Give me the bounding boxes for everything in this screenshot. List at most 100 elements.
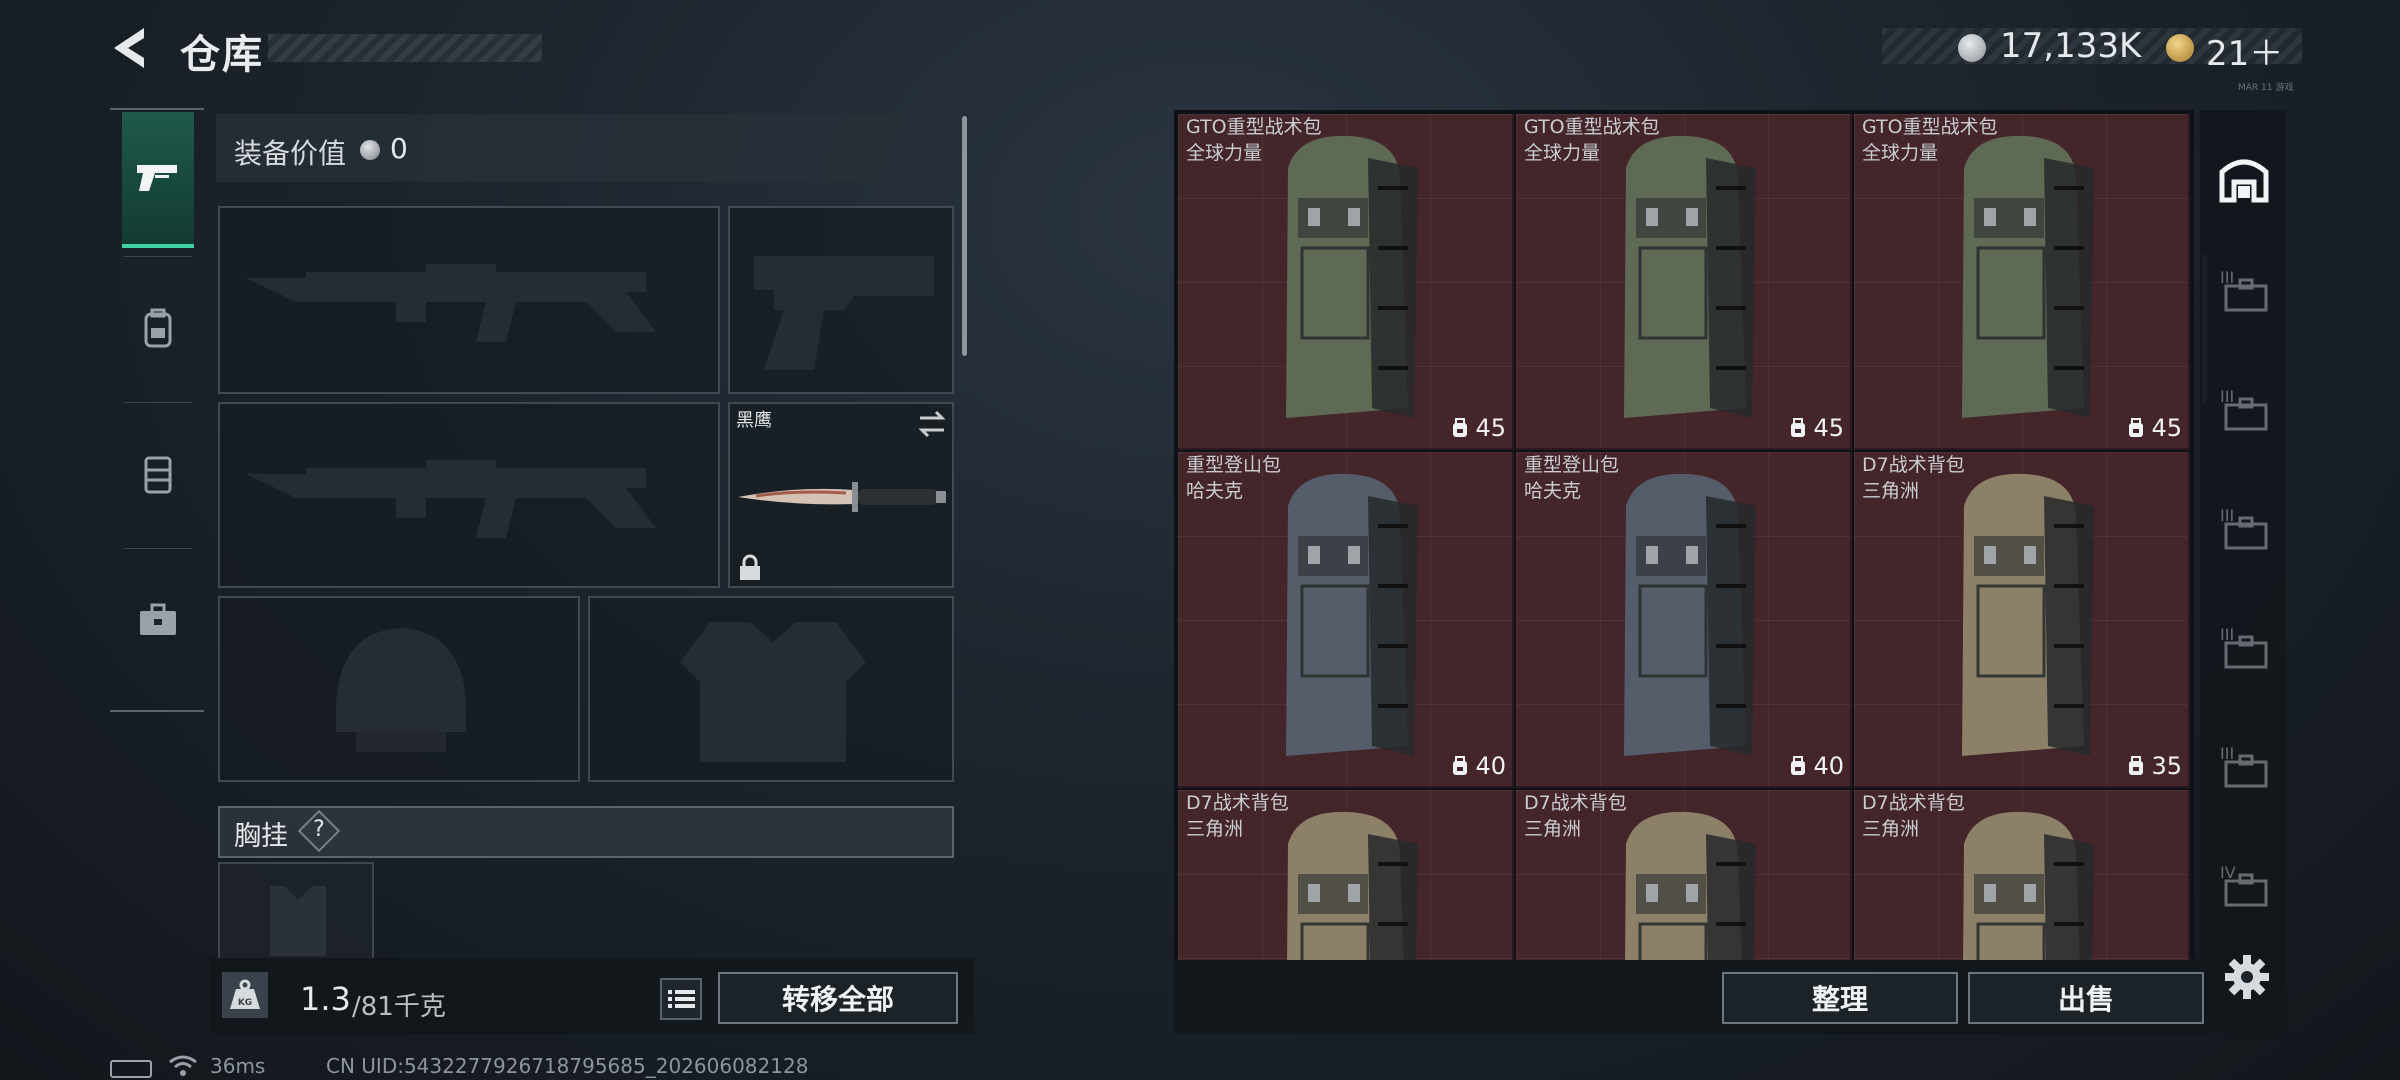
transfer-all-button[interactable]: 转移全部 [718, 972, 958, 1024]
warehouse-home-icon [2219, 159, 2269, 203]
knife-icon [738, 482, 946, 512]
tier-label: IV [2220, 863, 2236, 882]
warehouse-item[interactable]: GTO重型战术包 全球力量 45 [1516, 114, 1852, 450]
swap-icon[interactable] [916, 410, 948, 438]
item-capacity: 45 [1451, 414, 1506, 442]
sidebar-tier-tab[interactable]: III [2214, 619, 2274, 679]
chest-rig-label: 胸挂 [234, 821, 288, 852]
category-tabs [110, 108, 204, 712]
equipment-scrollbar[interactable] [962, 116, 967, 356]
list-view-button[interactable] [660, 978, 702, 1020]
warehouse-item[interactable]: 重型登山包 哈夫克 40 [1516, 452, 1852, 788]
sidebar-tier-tab[interactable]: III [2214, 381, 2274, 441]
backpack-capacity-icon [1791, 756, 1806, 775]
item-brand: 三角洲 [1862, 480, 1920, 502]
warehouse-item[interactable]: D7战术背包 三角洲 35 [1854, 452, 2190, 788]
rifle-silhouette-icon [246, 264, 656, 342]
tier-label: III [2220, 506, 2235, 525]
item-brand: 三角洲 [1862, 818, 1920, 840]
backpack-capacity-icon [1453, 756, 1468, 775]
tab-toolbox[interactable] [122, 552, 194, 688]
gear-icon [2225, 955, 2269, 999]
capacity-value: 40 [1475, 752, 1506, 780]
item-name: GTO重型战术包 [1524, 116, 1660, 138]
list-icon [668, 990, 695, 1008]
backpack-capacity-icon [1791, 418, 1806, 437]
back-button[interactable] [108, 24, 154, 72]
warehouse-item[interactable]: 重型登山包哈夫克 40 [1178, 452, 1514, 788]
item-name: 重型登山包 [1186, 454, 1282, 476]
sidebar-tier-tab[interactable]: IV [2214, 857, 2274, 917]
sidebar-home-button[interactable] [2214, 148, 2274, 208]
helmet-slot[interactable] [218, 596, 580, 782]
warehouse-item[interactable]: D7战术背包 三角洲 [1516, 790, 1852, 960]
equipment-value: 0 [390, 132, 408, 165]
secondary-weapon-slot[interactable] [218, 402, 720, 588]
backpack-icon [1624, 135, 1756, 418]
tab-armor[interactable] [122, 406, 194, 542]
melee-item-name: 黑鹰 [736, 410, 772, 431]
item-brand: 哈夫克 [1186, 480, 1244, 502]
tier-label: III [2220, 387, 2235, 406]
armor-slot[interactable] [588, 596, 954, 782]
backpack-capacity-icon [2129, 756, 2144, 775]
item-capacity: 40 [1789, 752, 1844, 780]
sidebar-tier-tab[interactable]: III [2214, 500, 2274, 560]
item-name: D7战术背包 [1862, 454, 1965, 476]
weight-max: /81千克 [352, 992, 446, 1022]
sidebar-tier-tab[interactable]: III [2214, 262, 2274, 322]
backpack-icon [1962, 473, 2094, 756]
warehouse-item[interactable]: D7战术背包 三角洲 [1854, 790, 2190, 960]
toolbox-icon [140, 603, 176, 635]
backpack-icon [1624, 473, 1756, 756]
item-name: D7战术背包 [1862, 792, 1965, 814]
backpack-icon [1287, 811, 1418, 960]
backpack-icon [1625, 811, 1756, 960]
sort-button[interactable]: 整理 [1722, 972, 1958, 1024]
item-capacity: 40 [1451, 752, 1506, 780]
wifi-icon [169, 1055, 197, 1076]
primary-weapon-slot[interactable] [218, 206, 720, 394]
chest-rig-slot[interactable] [218, 862, 374, 958]
warehouse-item[interactable]: D7战术背包 三角洲 [1178, 790, 1514, 960]
title-decoration [268, 34, 542, 62]
tier-label: III [2220, 625, 2235, 644]
warehouse-item[interactable]: GTO重型战术包 全球力量 45 [1178, 114, 1514, 450]
item-name: 重型登山包 [1524, 454, 1620, 476]
weight-current: 1.3 [300, 980, 351, 1018]
pistol-slot[interactable] [728, 206, 954, 394]
settings-button[interactable] [2222, 952, 2272, 1002]
silver-coin-icon [360, 140, 380, 160]
tab-weapons[interactable] [122, 112, 194, 248]
pistol-silhouette-icon [754, 256, 934, 370]
gold-currency-value[interactable]: 21＋ [2206, 26, 2283, 75]
back-arrow-icon [114, 28, 144, 68]
user-uid: CN UID:5432277926718795685_202606082128 [326, 1054, 809, 1078]
item-name: D7战术背包 [1524, 792, 1627, 814]
sidebar-tier-tab[interactable]: III [2214, 738, 2274, 798]
tab-backpacks[interactable] [122, 260, 194, 396]
item-brand: 三角洲 [1524, 818, 1582, 840]
page-title: 仓库 [180, 32, 264, 78]
equipment-value-label: 装备价值 [234, 137, 347, 170]
ping-value: 36ms [210, 1054, 266, 1078]
capacity-value: 45 [2151, 414, 2182, 442]
item-brand: 全球力量 [1524, 142, 1601, 164]
pistol-icon [137, 165, 177, 191]
warehouse-item[interactable]: GTO重型战术包 全球力量 45 [1854, 114, 2190, 450]
capacity-value: 35 [2151, 752, 2182, 780]
item-capacity: 45 [1789, 414, 1844, 442]
backpack-icon [1962, 135, 2094, 418]
backpack-capacity-icon [2129, 418, 2144, 437]
backpack-capacity-icon [1453, 418, 1468, 437]
chest-rig-silhouette-icon [270, 886, 326, 956]
sell-button[interactable]: 出售 [1968, 972, 2204, 1024]
warehouse-grid[interactable]: GTO重型战术包 全球力量 45 GTO重型战术包 全球力量 45 GTO重型战术包 全球力量… [1178, 114, 2192, 960]
item-brand: 全球力量 [1862, 142, 1939, 164]
item-brand: 三角洲 [1186, 818, 1244, 840]
item-capacity: 45 [2127, 414, 2182, 442]
help-icon: ? [313, 817, 325, 842]
tier-label: III [2220, 268, 2235, 287]
capacity-value: 45 [1813, 414, 1844, 442]
item-name: D7战术背包 [1186, 792, 1289, 814]
